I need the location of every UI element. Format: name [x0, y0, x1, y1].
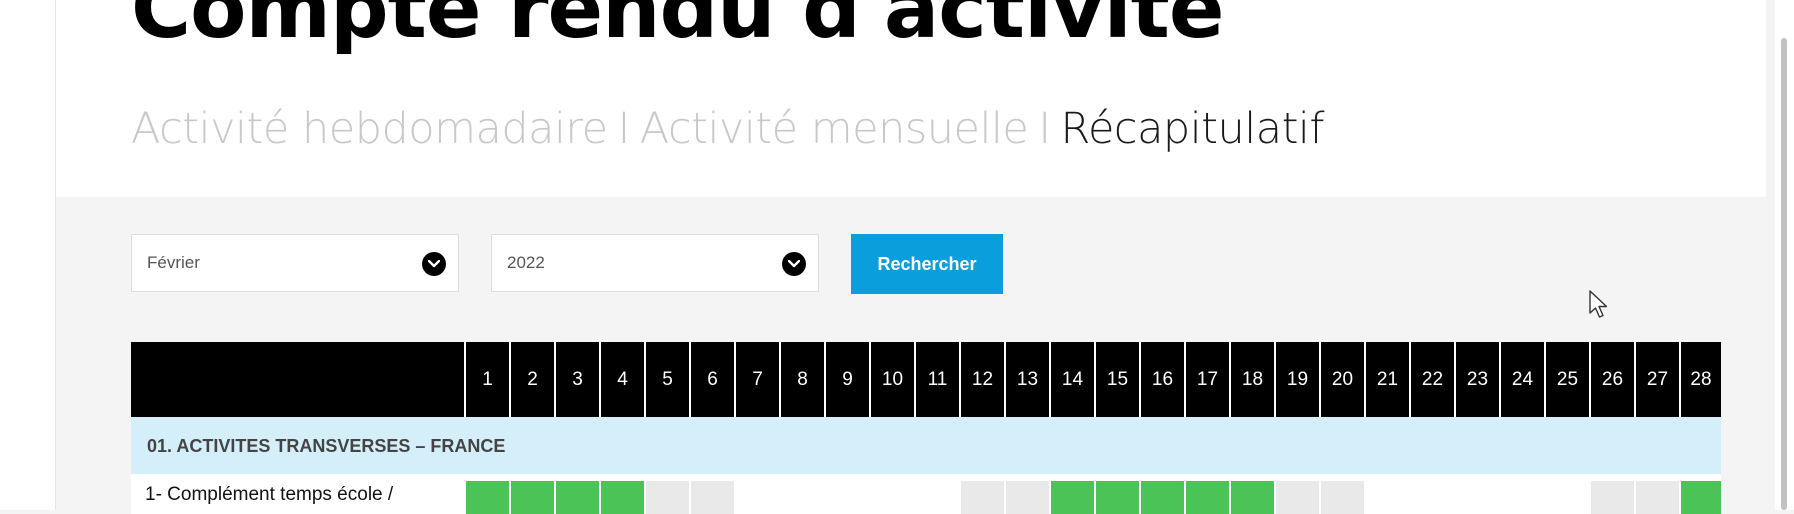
day-status-cell[interactable]: [1094, 481, 1139, 514]
day-status-cell[interactable]: [1454, 481, 1499, 514]
month-select-value: Février: [147, 253, 200, 272]
day-header: 20: [1319, 342, 1364, 417]
day-header: 24: [1499, 342, 1544, 417]
day-status-cell[interactable]: [1004, 481, 1049, 514]
scrollbar[interactable]: [1775, 0, 1794, 510]
day-header: 15: [1094, 342, 1139, 417]
day-header: 2: [509, 342, 554, 417]
day-header: 21: [1364, 342, 1409, 417]
day-header: 5: [644, 342, 689, 417]
day-status-cell[interactable]: [1184, 481, 1229, 514]
day-header: 1: [464, 342, 509, 417]
day-status-cell[interactable]: [464, 481, 509, 514]
day-status-cell[interactable]: [1229, 481, 1274, 514]
nav-separator: I: [617, 104, 631, 154]
day-status-cell[interactable]: [554, 481, 599, 514]
tab-summary[interactable]: Récapitulatif: [1061, 104, 1325, 154]
day-status-cell[interactable]: [689, 481, 734, 514]
day-status-cell[interactable]: [1274, 481, 1319, 514]
scrollbar-thumb[interactable]: [1781, 38, 1787, 510]
day-status-cell[interactable]: [869, 481, 914, 514]
page-title: Compte rendu d'activité: [131, 0, 1224, 57]
day-status-cell[interactable]: [1139, 481, 1184, 514]
day-status-cell[interactable]: [914, 481, 959, 514]
activity-label: 1- Complément temps école /: [145, 484, 394, 505]
tab-weekly-activity[interactable]: Activité hebdomadaire: [131, 104, 608, 154]
nav-separator: I: [1038, 104, 1051, 154]
day-status-cell[interactable]: [1499, 481, 1544, 514]
year-select[interactable]: 2022: [491, 234, 819, 292]
day-header: 22: [1409, 342, 1454, 417]
section-row: 01. ACTIVITES TRANSVERSES – FRANCE: [131, 417, 1721, 474]
day-header: 18: [1229, 342, 1274, 417]
day-header: 16: [1139, 342, 1184, 417]
view-tabs: Activité hebdomadaire I Activité mensuelle…: [131, 104, 1325, 156]
day-header: 13: [1004, 342, 1049, 417]
day-status-cell[interactable]: [824, 481, 869, 514]
activity-row: 1- Complément temps école /: [131, 474, 1721, 514]
day-header: 26: [1589, 342, 1634, 417]
day-status-cell[interactable]: [644, 481, 689, 514]
day-header: 17: [1184, 342, 1229, 417]
day-header: 6: [689, 342, 734, 417]
day-status-cell[interactable]: [599, 481, 644, 514]
day-header: 23: [1454, 342, 1499, 417]
chevron-down-icon: [782, 252, 806, 276]
search-button[interactable]: Rechercher: [851, 234, 1003, 294]
mouse-cursor-icon: [1589, 290, 1611, 324]
day-header: 10: [869, 342, 914, 417]
day-header: 11: [914, 342, 959, 417]
day-header: 28: [1679, 342, 1721, 417]
calendar-header-row: 1 2 3 4 5 6 7 8 9 10 11 12 13 14 15 16 17 18 19 20 21 22 23 24 2…: [131, 342, 1721, 417]
day-status-cell[interactable]: [1634, 481, 1679, 514]
day-header: 4: [599, 342, 644, 417]
day-header: 14: [1049, 342, 1094, 417]
day-status-cell[interactable]: [1544, 481, 1589, 514]
chevron-down-icon: [422, 252, 446, 276]
day-header: 3: [554, 342, 599, 417]
day-status-cell[interactable]: [1409, 481, 1454, 514]
day-header: 7: [734, 342, 779, 417]
day-header: 8: [779, 342, 824, 417]
tab-monthly-activity[interactable]: Activité mensuelle: [640, 104, 1029, 154]
day-status-cell[interactable]: [1319, 481, 1364, 514]
day-status-cell[interactable]: [959, 481, 1004, 514]
day-status-cell[interactable]: [1049, 481, 1094, 514]
day-status-cell[interactable]: [1364, 481, 1409, 514]
day-status-cell[interactable]: [509, 481, 554, 514]
day-header: 12: [959, 342, 1004, 417]
section-label: 01. ACTIVITES TRANSVERSES – FRANCE: [147, 436, 506, 456]
day-header: 25: [1544, 342, 1589, 417]
day-status-cell[interactable]: [734, 481, 779, 514]
day-header: 9: [824, 342, 869, 417]
day-status-cell[interactable]: [1589, 481, 1634, 514]
day-status-cell[interactable]: [779, 481, 824, 514]
year-select-value: 2022: [507, 253, 545, 272]
day-header: 27: [1634, 342, 1679, 417]
day-header: 19: [1274, 342, 1319, 417]
month-select[interactable]: Février: [131, 234, 459, 292]
page-left-gutter: [0, 0, 56, 510]
day-status-cell[interactable]: [1679, 481, 1721, 514]
